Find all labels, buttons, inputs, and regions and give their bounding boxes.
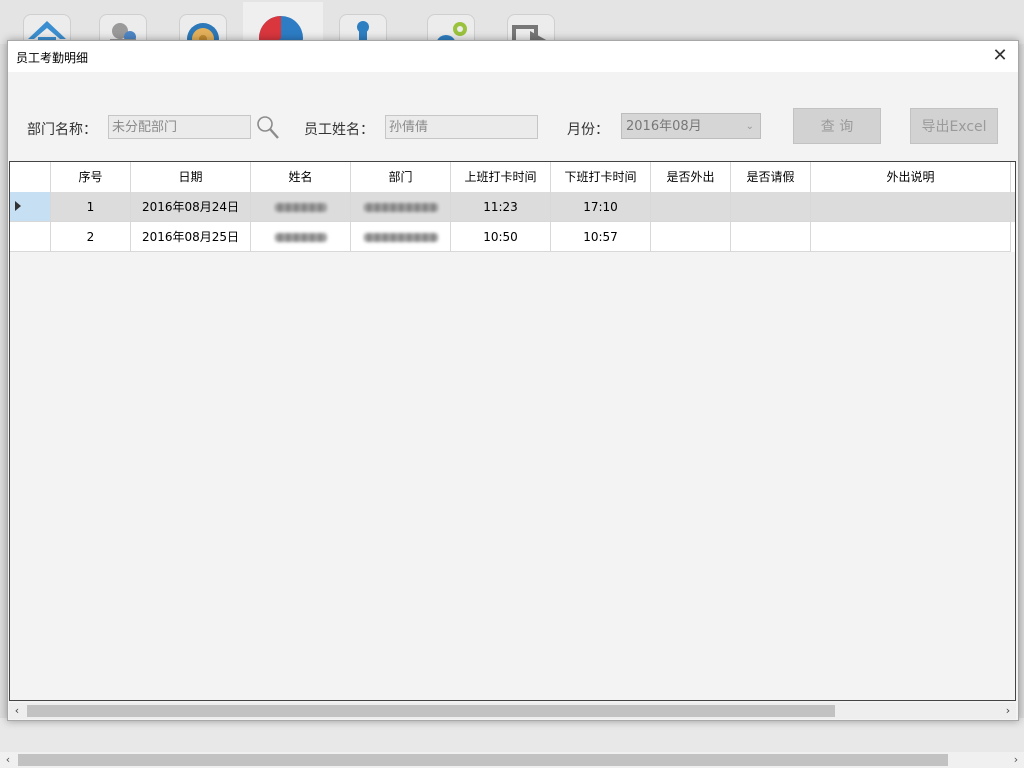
- grid-horizontal-scrollbar[interactable]: ‹ ›: [9, 703, 1016, 719]
- grid-header: 序号 日期 姓名 部门 上班打卡时间 下班打卡时间 是否外出 是否请假 外出说明: [10, 162, 1015, 193]
- column-header[interactable]: 外出说明: [811, 162, 1011, 192]
- employee-name-label: 员工姓名：: [304, 122, 374, 138]
- column-header[interactable]: 序号: [51, 162, 131, 192]
- attendance-detail-dialog: 员工考勤明细 ✕ 部门名称： 未分配部门 员工姓名： 孙倩倩 月份： 2016年…: [7, 40, 1019, 721]
- table-row[interactable]: 2 2016年08月25日 10:50 10:57: [10, 222, 1015, 252]
- column-header[interactable]: 是否请假: [731, 162, 811, 192]
- row-pointer-icon: [15, 201, 21, 211]
- column-header[interactable]: 上班打卡时间: [451, 162, 551, 192]
- cell-department-redacted[interactable]: [351, 192, 451, 222]
- cell-check-out[interactable]: 10:57: [551, 222, 651, 252]
- export-excel-button[interactable]: 导出Excel: [910, 108, 998, 144]
- department-field[interactable]: 未分配部门: [108, 115, 251, 139]
- app-toolbar: [0, 0, 1024, 62]
- employee-name-field[interactable]: 孙倩倩: [385, 115, 538, 139]
- scroll-left-arrow[interactable]: ‹: [0, 752, 16, 768]
- cell-out[interactable]: [651, 222, 731, 252]
- chevron-down-icon: ⌄: [745, 121, 754, 132]
- cell-leave[interactable]: [731, 222, 811, 252]
- dialog-titlebar: 员工考勤明细 ✕: [8, 41, 1018, 72]
- column-header[interactable]: 下班打卡时间: [551, 162, 651, 192]
- cell-check-in[interactable]: 11:23: [451, 192, 551, 222]
- column-header[interactable]: 姓名: [251, 162, 351, 192]
- scroll-right-arrow[interactable]: ›: [1000, 703, 1016, 719]
- cell-note[interactable]: [811, 222, 1011, 252]
- cell-check-out[interactable]: 17:10: [551, 192, 651, 222]
- cell-check-in[interactable]: 10:50: [451, 222, 551, 252]
- main-horizontal-scrollbar[interactable]: ‹ ›: [0, 752, 1024, 768]
- scroll-thumb[interactable]: [27, 705, 835, 717]
- cell-name-redacted[interactable]: [251, 222, 351, 252]
- attendance-grid: 序号 日期 姓名 部门 上班打卡时间 下班打卡时间 是否外出 是否请假 外出说明…: [9, 161, 1016, 701]
- cell-date[interactable]: 2016年08月25日: [131, 222, 251, 252]
- cell-no[interactable]: 1: [51, 192, 131, 222]
- month-select[interactable]: 2016年08月 ⌄: [621, 113, 761, 139]
- query-button[interactable]: 查 询: [793, 108, 881, 144]
- cell-note[interactable]: [811, 192, 1011, 222]
- table-row[interactable]: 1 2016年08月24日 11:23 17:10: [10, 192, 1015, 222]
- search-icon[interactable]: [256, 114, 280, 143]
- cell-no[interactable]: 2: [51, 222, 131, 252]
- column-header[interactable]: 日期: [131, 162, 251, 192]
- redacted-text: [363, 233, 438, 242]
- scroll-right-arrow[interactable]: ›: [1008, 752, 1024, 768]
- cell-department-redacted[interactable]: [351, 222, 451, 252]
- column-header[interactable]: 是否外出: [651, 162, 731, 192]
- scroll-thumb[interactable]: [18, 754, 948, 766]
- cell-leave[interactable]: [731, 192, 811, 222]
- row-header-corner: [10, 162, 51, 192]
- month-value: 2016年08月: [626, 119, 702, 134]
- column-header[interactable]: 部门: [351, 162, 451, 192]
- cell-date[interactable]: 2016年08月24日: [131, 192, 251, 222]
- row-selector[interactable]: [10, 192, 51, 222]
- redacted-text: [274, 233, 327, 242]
- cell-name-redacted[interactable]: [251, 192, 351, 222]
- department-label: 部门名称：: [27, 122, 97, 138]
- redacted-text: [274, 203, 327, 212]
- row-selector[interactable]: [10, 222, 51, 252]
- scroll-left-arrow[interactable]: ‹: [9, 703, 25, 719]
- redacted-text: [363, 203, 438, 212]
- cell-out[interactable]: [651, 192, 731, 222]
- dialog-title: 员工考勤明细: [16, 51, 89, 65]
- month-label: 月份：: [567, 122, 609, 138]
- close-icon[interactable]: ✕: [988, 44, 1012, 68]
